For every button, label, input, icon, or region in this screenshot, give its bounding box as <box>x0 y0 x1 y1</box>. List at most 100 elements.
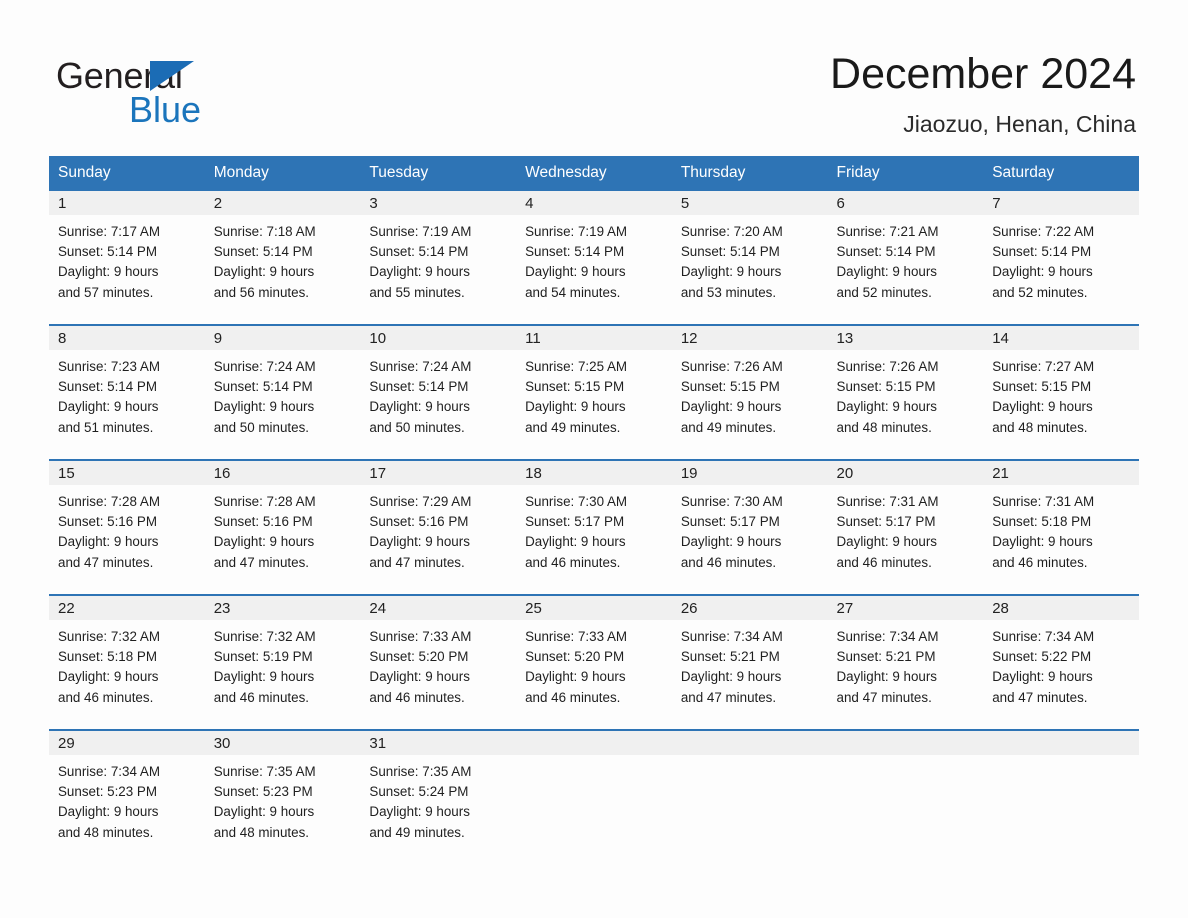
sunrise-time: Sunrise: 7:23 AM <box>58 359 160 374</box>
sunrise-time: Sunrise: 7:30 AM <box>680 494 783 509</box>
calendar-day-cell[interactable]: 10 Sunrise: 7:24 AM Sunset: 5:14 PM Dayligh… <box>360 324 517 460</box>
sunrise-time: Sunrise: 7:26 AM <box>680 359 783 374</box>
sunrise-time: Sunrise: 7:33 AM <box>525 629 628 644</box>
day-number: 10 <box>360 326 517 350</box>
sunrise-time: Sunrise: 7:34 AM <box>58 764 160 779</box>
sunset-time: Sunset: 5:23 PM <box>213 784 313 800</box>
day-number: 19 <box>671 461 828 485</box>
calendar-day-cell[interactable]: 7 Sunrise: 7:22 AM Sunset: 5:14 PM Daylight… <box>983 191 1139 325</box>
sunset-time: Sunset: 5:14 PM <box>680 244 780 260</box>
daylight-duration-line2: and 48 minutes. <box>58 824 154 840</box>
day-number: 25 <box>516 596 672 620</box>
day-number: 12 <box>671 326 828 350</box>
day-number <box>516 731 672 755</box>
calendar-day-cell[interactable]: 20 Sunrise: 7:31 AM Sunset: 5:17 PM Dayligh… <box>827 459 984 595</box>
calendar-day-cell[interactable]: 25 Sunrise: 7:33 AM Sunset: 5:20 PM Dayligh… <box>516 594 672 730</box>
day-details: Sunrise: 7:18 AM Sunset: 5:14 PM Daylight:… <box>205 215 361 303</box>
day-cell-inner: 5 Sunrise: 7:20 AM Sunset: 5:14 PM Daylight… <box>671 191 828 324</box>
day-cell-inner: 16 Sunrise: 7:28 AM Sunset: 5:16 PM Dayligh… <box>204 461 361 594</box>
sunrise-time: Sunrise: 7:19 AM <box>525 224 628 239</box>
daylight-duration-line2: and 46 minutes. <box>525 689 621 705</box>
day-number <box>827 731 984 755</box>
day-number <box>671 731 828 755</box>
weekday-header-sunday: Sunday <box>49 156 205 191</box>
calendar-day-cell[interactable]: 21 Sunrise: 7:31 AM Sunset: 5:18 PM Dayligh… <box>983 459 1139 595</box>
calendar-day-cell[interactable]: 30 Sunrise: 7:35 AM Sunset: 5:23 PM Dayligh… <box>204 729 361 849</box>
sunrise-time: Sunrise: 7:24 AM <box>369 359 472 374</box>
calendar-day-cell[interactable]: 16 Sunrise: 7:28 AM Sunset: 5:16 PM Dayligh… <box>204 459 361 595</box>
calendar-day-cell[interactable]: 1 Sunrise: 7:17 AM Sunset: 5:14 PM Daylight… <box>49 191 205 325</box>
daylight-duration-line2: and 46 minutes. <box>369 689 465 705</box>
calendar-day-cell[interactable]: 11 Sunrise: 7:25 AM Sunset: 5:15 PM Dayligh… <box>516 324 672 460</box>
weekday-header-monday: Monday <box>204 156 361 191</box>
page-header: General Blue December 2024 Jiaozuo, Hena… <box>0 0 1188 155</box>
sunset-time: Sunset: 5:14 PM <box>369 244 469 260</box>
sunset-time: Sunset: 5:17 PM <box>680 514 780 530</box>
sunset-time: Sunset: 5:17 PM <box>836 514 936 530</box>
logo-text-blue: Blue <box>129 89 202 130</box>
sunrise-time: Sunrise: 7:32 AM <box>213 629 316 644</box>
calendar-day-cell[interactable]: 18 Sunrise: 7:30 AM Sunset: 5:17 PM Dayligh… <box>516 459 672 595</box>
calendar-day-cell[interactable]: 6 Sunrise: 7:21 AM Sunset: 5:14 PM Daylight… <box>827 191 984 325</box>
sunset-time: Sunset: 5:20 PM <box>369 649 469 665</box>
daylight-duration-line2: and 47 minutes. <box>992 689 1088 705</box>
daylight-duration-line1: Daylight: 9 hours <box>58 399 159 415</box>
calendar-day-cell[interactable]: 4 Sunrise: 7:19 AM Sunset: 5:14 PM Daylight… <box>516 191 672 325</box>
day-details: Sunrise: 7:21 AM Sunset: 5:14 PM Daylight:… <box>828 215 984 303</box>
calendar-day-cell[interactable]: 28 Sunrise: 7:34 AM Sunset: 5:22 PM Dayligh… <box>983 594 1139 730</box>
day-details: Sunrise: 7:28 AM Sunset: 5:16 PM Daylight:… <box>49 485 205 573</box>
calendar-week-row: 8 Sunrise: 7:23 AM Sunset: 5:14 PM Daylight… <box>49 324 1139 460</box>
calendar-day-cell[interactable]: 5 Sunrise: 7:20 AM Sunset: 5:14 PM Daylight… <box>671 191 828 325</box>
day-cell-inner <box>983 731 1139 849</box>
sunrise-time: Sunrise: 7:35 AM <box>213 764 316 779</box>
sunrise-time: Sunrise: 7:22 AM <box>992 224 1095 239</box>
calendar-day-cell[interactable]: 29 Sunrise: 7:34 AM Sunset: 5:23 PM Dayligh… <box>49 729 205 849</box>
day-details: Sunrise: 7:26 AM Sunset: 5:15 PM Daylight:… <box>672 350 828 438</box>
calendar-day-cell[interactable]: 23 Sunrise: 7:32 AM Sunset: 5:19 PM Dayligh… <box>204 594 361 730</box>
daylight-duration-line1: Daylight: 9 hours <box>213 264 315 280</box>
calendar-day-cell[interactable]: 3 Sunrise: 7:19 AM Sunset: 5:14 PM Daylight… <box>360 191 517 325</box>
day-details: Sunrise: 7:30 AM Sunset: 5:17 PM Daylight:… <box>516 485 672 573</box>
sunset-time: Sunset: 5:17 PM <box>525 514 625 530</box>
sunrise-time: Sunrise: 7:34 AM <box>992 629 1095 644</box>
day-details: Sunrise: 7:34 AM Sunset: 5:21 PM Daylight:… <box>672 620 828 708</box>
sunset-time: Sunset: 5:21 PM <box>836 649 936 665</box>
calendar-day-cell[interactable]: 9 Sunrise: 7:24 AM Sunset: 5:14 PM Daylight… <box>204 324 361 460</box>
day-number: 18 <box>516 461 672 485</box>
calendar-day-cell[interactable]: 15 Sunrise: 7:28 AM Sunset: 5:16 PM Dayligh… <box>49 459 205 595</box>
day-cell-inner: 3 Sunrise: 7:19 AM Sunset: 5:14 PM Daylight… <box>360 191 517 324</box>
page-title: December 2024 <box>830 50 1136 98</box>
day-cell-inner: 20 Sunrise: 7:31 AM Sunset: 5:17 PM Dayligh… <box>827 461 984 594</box>
calendar-day-cell[interactable]: 8 Sunrise: 7:23 AM Sunset: 5:14 PM Daylight… <box>49 324 205 460</box>
calendar-day-cell[interactable]: 31 Sunrise: 7:35 AM Sunset: 5:24 PM Dayligh… <box>360 729 517 849</box>
day-details: Sunrise: 7:25 AM Sunset: 5:15 PM Daylight:… <box>516 350 672 438</box>
calendar-day-cell[interactable]: 14 Sunrise: 7:27 AM Sunset: 5:15 PM Dayligh… <box>983 324 1139 460</box>
calendar-day-cell[interactable]: 24 Sunrise: 7:33 AM Sunset: 5:20 PM Dayligh… <box>360 594 517 730</box>
calendar-day-cell[interactable]: 2 Sunrise: 7:18 AM Sunset: 5:14 PM Daylight… <box>204 191 361 325</box>
calendar-day-cell[interactable]: 19 Sunrise: 7:30 AM Sunset: 5:17 PM Dayligh… <box>671 459 828 595</box>
daylight-duration-line2: and 46 minutes. <box>213 689 309 705</box>
calendar-day-cell[interactable]: 27 Sunrise: 7:34 AM Sunset: 5:21 PM Dayligh… <box>827 594 984 730</box>
day-cell-inner: 14 Sunrise: 7:27 AM Sunset: 5:15 PM Dayligh… <box>983 326 1139 459</box>
calendar-day-cell[interactable]: 26 Sunrise: 7:34 AM Sunset: 5:21 PM Dayligh… <box>671 594 828 730</box>
day-number: 14 <box>983 326 1139 350</box>
calendar-day-cell[interactable]: 13 Sunrise: 7:26 AM Sunset: 5:15 PM Dayligh… <box>827 324 984 460</box>
daylight-duration-line2: and 48 minutes. <box>836 419 932 435</box>
calendar-day-cell[interactable]: 12 Sunrise: 7:26 AM Sunset: 5:15 PM Dayligh… <box>671 324 828 460</box>
calendar-day-cell[interactable]: 17 Sunrise: 7:29 AM Sunset: 5:16 PM Dayligh… <box>360 459 517 595</box>
daylight-duration-line2: and 47 minutes. <box>213 554 309 570</box>
general-blue-logo[interactable]: General Blue <box>56 55 286 130</box>
sunrise-time: Sunrise: 7:26 AM <box>836 359 939 374</box>
day-details: Sunrise: 7:34 AM Sunset: 5:23 PM Daylight:… <box>49 755 205 843</box>
daylight-duration-line1: Daylight: 9 hours <box>680 264 782 280</box>
day-cell-inner: 15 Sunrise: 7:28 AM Sunset: 5:16 PM Dayligh… <box>49 461 205 594</box>
sunset-time: Sunset: 5:23 PM <box>58 784 157 800</box>
day-number: 23 <box>204 596 361 620</box>
sunrise-time: Sunrise: 7:17 AM <box>58 224 160 239</box>
calendar-day-cell[interactable]: 22 Sunrise: 7:32 AM Sunset: 5:18 PM Dayligh… <box>49 594 205 730</box>
sunrise-time: Sunrise: 7:30 AM <box>525 494 628 509</box>
calendar-body: 1 Sunrise: 7:17 AM Sunset: 5:14 PM Daylight… <box>49 191 1139 849</box>
day-number: 8 <box>49 326 205 350</box>
daylight-duration-line1: Daylight: 9 hours <box>213 534 315 550</box>
sunset-time: Sunset: 5:14 PM <box>58 379 157 395</box>
